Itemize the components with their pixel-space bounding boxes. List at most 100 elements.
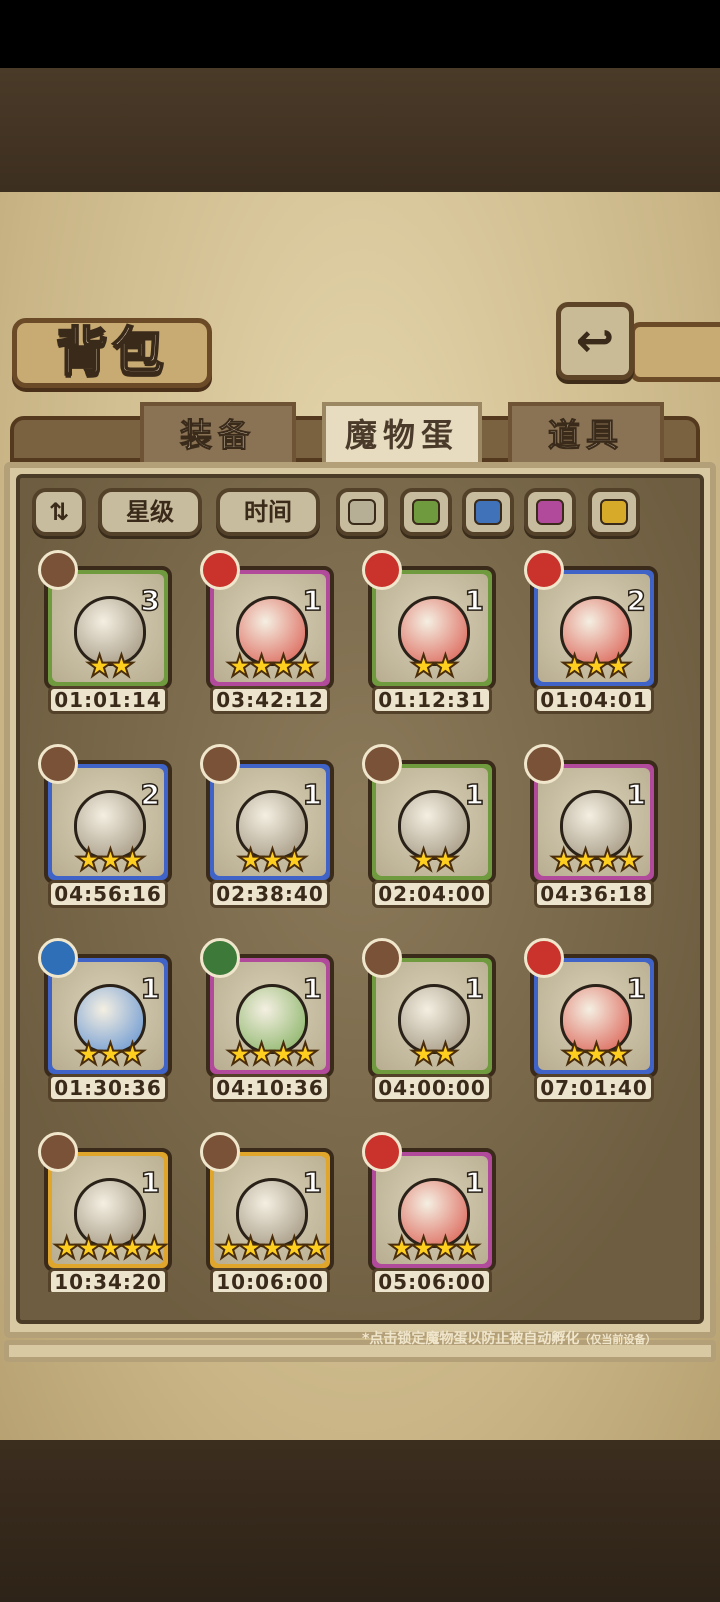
egg-hatch-timer: 10:34:20 [48, 1268, 168, 1292]
back-bar [630, 322, 720, 382]
egg-hatch-timer: 04:00:00 [372, 1074, 492, 1102]
tab-equipment[interactable]: 装备 [140, 402, 296, 468]
egg-card[interactable]: 2 ★★★ 01:04:01 [524, 550, 660, 722]
egg-stars: ★★ [409, 1037, 460, 1072]
element-fire-icon [524, 550, 564, 590]
element-earth-icon [38, 550, 78, 590]
egg-count: 1 [626, 777, 647, 812]
sort-order-button[interactable]: ⇅ [32, 488, 86, 536]
egg-card[interactable]: 1 ★★★★ 04:10:36 [200, 938, 336, 1110]
back-button[interactable]: ↩ [556, 302, 634, 380]
egg-card[interactable]: 1 ★★ 04:00:00 [362, 938, 498, 1110]
element-fire-icon [524, 938, 564, 978]
egg-hatch-timer: 02:04:00 [372, 880, 492, 908]
egg-stars: ★★★★ [387, 1231, 482, 1266]
rarity-blue-icon [474, 499, 502, 525]
egg-card[interactable]: 1 ★★★ 01:30:36 [38, 938, 174, 1110]
back-arrow-icon: ↩ [575, 313, 615, 367]
egg-hatch-timer: 04:36:18 [534, 880, 654, 908]
egg-count: 1 [140, 1165, 161, 1200]
egg-stars: ★★★ [74, 843, 147, 878]
filter-rarity-gray[interactable] [336, 488, 388, 536]
tab-items-label: 道具 [547, 416, 624, 455]
egg-card[interactable]: 1 ★★★★★ 10:06:00 [200, 1132, 336, 1292]
egg-count: 1 [464, 583, 485, 618]
egg-count: 1 [302, 583, 323, 618]
element-earth-icon [38, 744, 78, 784]
element-earth-icon [200, 744, 240, 784]
egg-count: 2 [140, 777, 161, 812]
element-fire-icon [200, 550, 240, 590]
egg-hatch-timer: 04:56:16 [48, 880, 168, 908]
rarity-green-icon [412, 499, 440, 525]
egg-stars: ★★★★★ [52, 1231, 168, 1266]
egg-card[interactable]: 1 ★★★ 02:38:40 [200, 744, 336, 916]
egg-card[interactable]: 2 ★★★ 04:56:16 [38, 744, 174, 916]
page-title-plate: 背包 [12, 318, 212, 388]
element-earth-icon [200, 1132, 240, 1172]
tab-equipment-label: 装备 [179, 416, 256, 455]
egg-hatch-timer: 07:01:40 [534, 1074, 654, 1102]
wood-background-bottom [0, 1440, 720, 1602]
egg-stars: ★★★★★ [214, 1231, 330, 1266]
tab-monster-eggs-label: 魔物蛋 [344, 416, 459, 454]
egg-count: 1 [464, 971, 485, 1006]
egg-hatch-timer: 01:01:14 [48, 686, 168, 714]
egg-card[interactable]: 1 ★★ 01:12:31 [362, 550, 498, 722]
egg-stars: ★★★ [74, 1037, 147, 1072]
egg-stars: ★★★★ [225, 649, 320, 684]
wood-background-top [0, 68, 720, 198]
egg-card[interactable]: 1 ★★★★ 05:06:00 [362, 1132, 498, 1292]
egg-stars: ★★★ [560, 1037, 633, 1072]
tab-items[interactable]: 道具 [508, 402, 664, 468]
egg-stars: ★★★ [560, 649, 633, 684]
filter-rarity-purple[interactable] [524, 488, 576, 536]
egg-hatch-timer: 01:04:01 [534, 686, 654, 714]
element-water-icon [38, 938, 78, 978]
egg-hatch-timer: 05:06:00 [372, 1268, 492, 1292]
egg-hatch-timer: 03:42:12 [210, 686, 330, 714]
rarity-purple-icon [536, 499, 564, 525]
egg-stars: ★★ [409, 843, 460, 878]
element-wood-icon [200, 938, 240, 978]
egg-card[interactable]: 1 ★★ 02:04:00 [362, 744, 498, 916]
egg-stars: ★★★ [236, 843, 309, 878]
page-title: 背包 [55, 322, 168, 384]
filter-rarity-green[interactable] [400, 488, 452, 536]
element-earth-icon [524, 744, 564, 784]
egg-card[interactable]: 1 ★★★★★ 10:34:20 [38, 1132, 174, 1292]
element-fire-icon [362, 550, 402, 590]
sort-by-star-button[interactable]: 星级 [98, 488, 202, 536]
egg-card[interactable]: 3 ★★ 01:01:14 [38, 550, 174, 722]
egg-hatch-timer: 01:30:36 [48, 1074, 168, 1102]
rarity-gray-icon [348, 499, 376, 525]
egg-card[interactable]: 1 ★★★★ 04:36:18 [524, 744, 660, 916]
rarity-gold-icon [600, 499, 628, 525]
filter-rarity-gold[interactable] [588, 488, 640, 536]
element-earth-icon [38, 1132, 78, 1172]
egg-count: 1 [140, 971, 161, 1006]
egg-count: 1 [626, 971, 647, 1006]
sort-by-time-button[interactable]: 时间 [216, 488, 320, 536]
lock-hint: *点击锁定魔物蛋以防止被自动孵化（仅当前设备） [362, 1328, 712, 1350]
egg-hatch-timer: 01:12:31 [372, 686, 492, 714]
egg-card[interactable]: 1 ★★★ 07:01:40 [524, 938, 660, 1110]
egg-count: 3 [140, 583, 161, 618]
lock-hint-text: *点击锁定魔物蛋以防止被自动孵化 [362, 1331, 580, 1347]
filter-rarity-blue[interactable] [462, 488, 514, 536]
egg-count: 2 [626, 583, 647, 618]
egg-count: 1 [464, 1165, 485, 1200]
element-earth-icon [362, 938, 402, 978]
element-earth-icon [362, 744, 402, 784]
egg-card[interactable]: 1 ★★★★ 03:42:12 [200, 550, 336, 722]
egg-count: 1 [464, 777, 485, 812]
sort-by-time-label: 时间 [244, 498, 292, 526]
egg-stars: ★★ [85, 649, 136, 684]
egg-count: 1 [302, 971, 323, 1006]
egg-count: 1 [302, 1165, 323, 1200]
lock-hint-suffix: （仅当前设备） [579, 1333, 657, 1346]
element-fire-icon [362, 1132, 402, 1172]
egg-stars: ★★★★ [549, 843, 644, 878]
egg-stars: ★★ [409, 649, 460, 684]
egg-stars: ★★★★ [225, 1037, 320, 1072]
